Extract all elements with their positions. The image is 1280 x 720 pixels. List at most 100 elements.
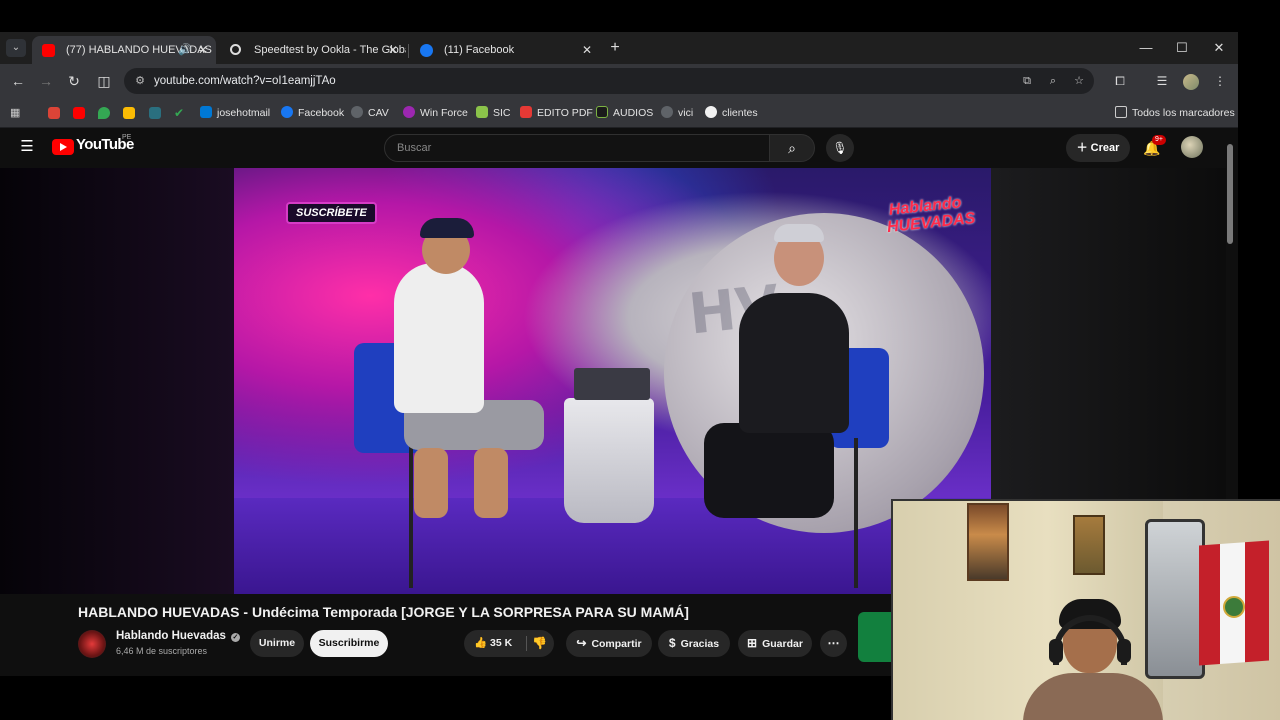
maximize-icon[interactable]: ☐	[1170, 38, 1194, 58]
host-left-leg	[414, 448, 448, 518]
host-left-cap	[420, 218, 474, 238]
minimize-icon[interactable]: —	[1134, 38, 1158, 58]
create-label: Crear	[1090, 142, 1120, 154]
maps-bookmark-icon[interactable]	[98, 107, 110, 119]
subscribe-sticker: SUSCRÍBETE	[286, 202, 377, 224]
split-view-icon[interactable]: ◫	[94, 71, 114, 91]
close-tab-icon[interactable]: ✕	[198, 36, 208, 64]
new-tab-button[interactable]: +	[606, 38, 624, 58]
tab-search-button[interactable]: ⌄	[6, 39, 26, 57]
speaker-icon[interactable]: 🔊	[178, 36, 192, 64]
all-bookmarks-folder[interactable]: Todos los marcadores	[1115, 98, 1235, 128]
globe-icon	[351, 106, 363, 118]
like-button[interactable]: 👍 35 K	[474, 630, 512, 657]
profile-icon[interactable]	[1183, 74, 1199, 90]
search-input[interactable]: Buscar	[384, 134, 770, 162]
bookmark-label: Win Force	[420, 107, 468, 119]
tab-speedtest[interactable]: Speedtest by Ookla - The Global ✕	[220, 36, 406, 64]
tab-separator	[408, 44, 409, 58]
media-control-icon[interactable]: ☰	[1152, 71, 1172, 91]
apps-grid-icon[interactable]: ▦	[10, 107, 22, 119]
reload-icon[interactable]: ↻	[64, 71, 84, 91]
bookmark-edito-pdf[interactable]: EDITO PDF	[520, 98, 593, 128]
menu-kebab-icon[interactable]: ⋮	[1210, 71, 1230, 91]
back-icon[interactable]: ←	[8, 71, 28, 91]
bookmark-icon[interactable]	[149, 107, 161, 119]
bookmark-facebook[interactable]: Facebook	[281, 98, 344, 128]
plus-icon: ＋	[1076, 142, 1091, 154]
url-text[interactable]: youtube.com/watch?v=oI1eamjjTAo	[154, 68, 336, 94]
bookmark-win-force[interactable]: Win Force	[403, 98, 468, 128]
pdf-icon	[520, 106, 532, 118]
bookmark-cav[interactable]: CAV	[351, 98, 389, 128]
sic-icon	[476, 106, 488, 118]
thanks-button[interactable]: $ Gracias	[658, 630, 730, 657]
headset-earcup	[1117, 639, 1131, 663]
address-bar[interactable]: ⚙ youtube.com/watch?v=oI1eamjjTAo ⧉ ⌕ ☆	[124, 68, 1094, 94]
install-app-icon[interactable]: ⧉	[1019, 73, 1035, 89]
folder-icon	[1115, 106, 1127, 118]
microphone-icon: 🎙	[832, 141, 848, 155]
bookmark-label: josehotmail	[217, 107, 271, 119]
youtube-bookmark-icon[interactable]	[73, 107, 85, 119]
save-playlist-icon: ⊞	[747, 636, 758, 650]
bookmark-clientes[interactable]: clientes	[705, 98, 758, 128]
share-icon: ↪	[576, 636, 587, 650]
zoom-icon[interactable]: ⌕	[1045, 73, 1061, 89]
bookmark-label: SIC	[493, 107, 511, 119]
thanks-icon: $	[668, 636, 676, 650]
youtube-logo-icon[interactable]	[52, 139, 74, 155]
subscribe-button[interactable]: Suscribirme	[310, 630, 388, 657]
center-table	[564, 398, 654, 523]
page-scrollbar[interactable]	[1227, 144, 1233, 244]
like-count: 35 K	[490, 637, 513, 649]
host-right-hair	[774, 224, 824, 242]
save-button[interactable]: ⊞ Guardar	[738, 630, 812, 657]
bookmark-label: EDITO PDF	[537, 107, 593, 119]
dislike-button[interactable]: 👎	[532, 630, 547, 657]
close-tab-icon[interactable]: ✕	[388, 36, 398, 64]
verified-icon: ✓	[230, 633, 240, 642]
bookmark-audios[interactable]: AUDIOS	[596, 98, 653, 128]
forward-icon[interactable]: →	[36, 71, 56, 91]
gmail-bookmark-icon[interactable]	[48, 107, 60, 119]
search-placeholder: Buscar	[397, 142, 432, 154]
close-tab-icon[interactable]: ✕	[582, 36, 592, 64]
account-avatar[interactable]	[1181, 136, 1203, 158]
bookmark-josehotmail[interactable]: josehotmail	[200, 98, 270, 128]
create-button[interactable]: ＋ Crear	[1066, 134, 1130, 162]
search-button[interactable]: ⌕	[769, 134, 815, 162]
close-window-icon[interactable]: ✕	[1207, 38, 1231, 58]
facebook-icon	[281, 106, 293, 118]
tab-title: (11) Facebook	[444, 44, 515, 56]
tab-facebook[interactable]: (11) Facebook ✕	[410, 36, 600, 64]
check-bookmark-icon[interactable]: ✔	[174, 107, 186, 119]
save-label: Guardar	[762, 638, 803, 650]
youtube-favicon-icon	[42, 44, 55, 57]
channel-name[interactable]: Hablando Huevadas ✓	[116, 630, 240, 642]
voice-search-button[interactable]: 🎙	[826, 134, 854, 162]
bookmark-star-icon[interactable]: ☆	[1071, 73, 1087, 89]
channel-avatar[interactable]	[78, 630, 106, 658]
bookmark-vici[interactable]: vici	[661, 98, 693, 128]
tab-youtube[interactable]: (77) HABLANDO HUEVADAS 🔊 ✕	[32, 36, 216, 64]
video-player[interactable]: HV SUSCRÍBETE Hablando HUEVADAS	[234, 168, 991, 594]
subscriber-count: 6,46 M de suscriptores	[116, 646, 208, 656]
audios-icon	[596, 106, 608, 118]
clientes-icon	[705, 106, 717, 118]
tab-strip: ⌄ (77) HABLANDO HUEVADAS 🔊 ✕ Speedtest b…	[0, 32, 1238, 64]
channel-name-text: Hablando Huevadas	[116, 630, 226, 642]
more-actions-button[interactable]: ⋯	[820, 630, 847, 657]
host-right-legs	[704, 423, 834, 518]
site-info-icon[interactable]: ⚙	[132, 73, 148, 89]
bookmark-sic[interactable]: SIC	[476, 98, 511, 128]
join-button[interactable]: Unirme	[250, 630, 304, 657]
show-logo-overlay: Hablando HUEVADAS	[886, 194, 977, 237]
extensions-icon[interactable]: ⧠	[1110, 71, 1130, 91]
drive-bookmark-icon[interactable]	[123, 107, 135, 119]
share-button[interactable]: ↪ Compartir	[566, 630, 652, 657]
ambient-glow-left	[0, 168, 234, 594]
facebook-favicon-icon	[420, 44, 433, 57]
hamburger-menu-icon[interactable]: ☰	[18, 138, 36, 156]
video-title: HABLANDO HUEVADAS - Undécima Temporada […	[78, 604, 689, 620]
